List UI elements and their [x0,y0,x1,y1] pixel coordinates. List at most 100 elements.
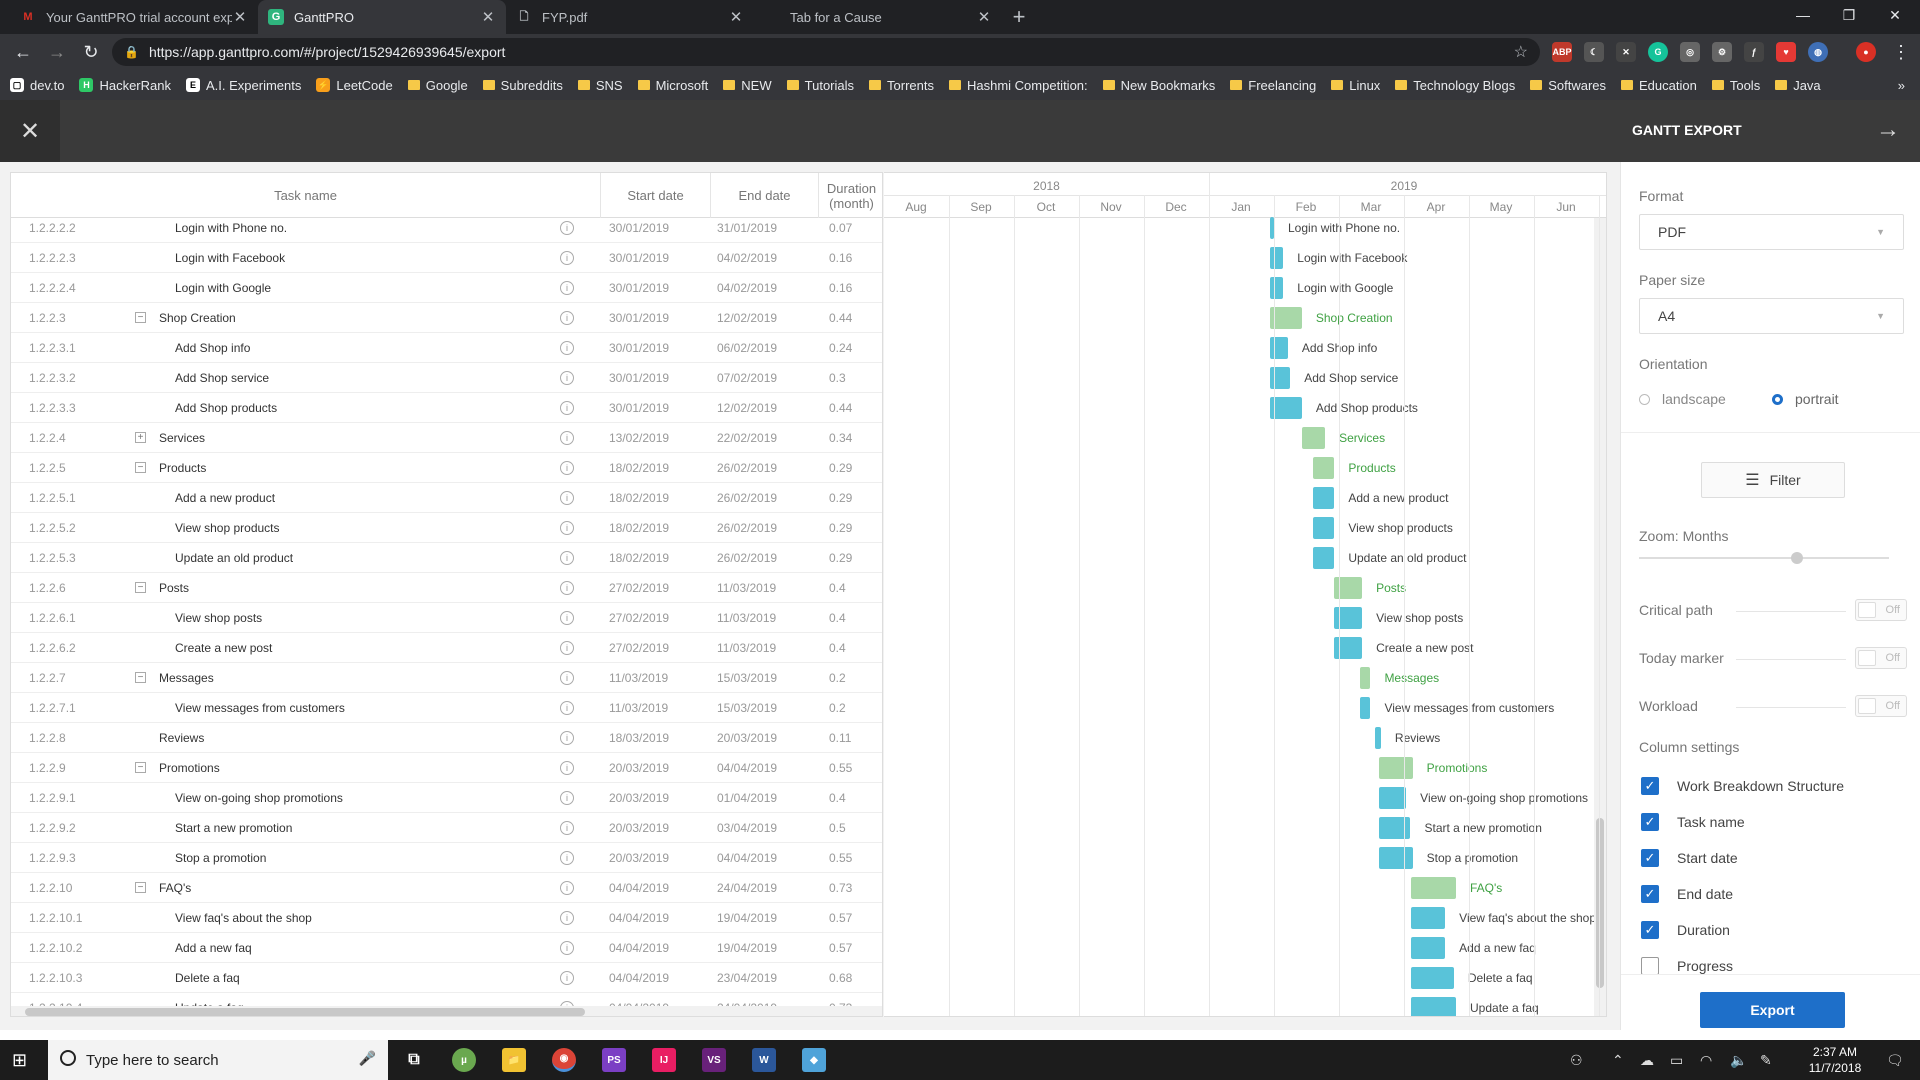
onedrive-icon[interactable]: ☁ [1640,1052,1654,1069]
table-row[interactable]: 1.2.2.3.1 Add Shop info i 30/01/2019 06/02/2… [11,333,882,363]
scrollbar-thumb[interactable] [1596,818,1604,988]
table-row[interactable]: 1.2.2.3.3 Add Shop products i 30/01/2019 12/… [11,393,882,423]
bookmark-item[interactable]: Linux [1331,78,1380,93]
export-button[interactable]: Export [1700,992,1845,1028]
info-icon[interactable]: i [560,551,574,565]
info-icon[interactable]: i [560,341,574,355]
bookmark-item[interactable]: NEW [723,78,772,93]
info-icon[interactable]: i [560,221,574,235]
browser-tab[interactable]: 🗋 FYP.pdf ✕ [506,0,754,34]
gantt-task-bar[interactable] [1374,727,1381,749]
table-row[interactable]: 1.2.2.3 − Shop Creation i 30/01/2019 12/02/20… [11,303,882,333]
workload-toggle[interactable]: Off [1855,695,1907,717]
task-view-icon[interactable]: ⧉ [402,1048,426,1072]
bookmark-item[interactable]: Freelancing [1230,78,1316,93]
notifications-icon[interactable]: 🗨 [1886,1052,1904,1069]
info-icon[interactable]: i [560,791,574,805]
word-icon[interactable]: W [752,1048,776,1072]
bookmark-item[interactable]: E A.I. Experiments [185,78,301,93]
forward-icon[interactable]: → [40,37,74,67]
arrow-right-icon[interactable]: → [1876,116,1900,144]
gantt-group-bar[interactable] [1410,877,1456,899]
url-input[interactable]: 🔒 https://app.ganttpro.com/#/project/152… [112,38,1540,66]
bookmark-item[interactable]: Torrents [869,78,934,93]
info-icon[interactable]: i [560,401,574,415]
maximize-icon[interactable]: ❐ [1826,0,1872,30]
table-row[interactable]: 1.2.2.5.2 View shop products i 18/02/2019 26… [11,513,882,543]
table-row[interactable]: 1.2.2.2.2 Login with Phone no. i 30/01/2019… [11,213,882,243]
close-export-icon[interactable]: ✕ [0,100,60,162]
dark-mode-extension-icon[interactable]: ☾ [1584,42,1604,62]
close-window-icon[interactable]: ✕ [1872,0,1918,30]
bookmarks-overflow-icon[interactable]: » [1898,78,1905,93]
collapse-icon[interactable]: − [135,762,146,773]
table-row[interactable]: 1.2.2.10.3 Delete a faq i 04/04/2019 23/04/2… [11,963,882,993]
checkbox-checked-icon[interactable]: ✓ [1641,849,1659,867]
close-tab-icon[interactable]: ✕ [232,8,248,26]
column-checkbox[interactable]: ✓ Work Breakdown Structure [1641,777,1844,795]
column-header-end[interactable]: End date [711,173,819,218]
checkbox-checked-icon[interactable]: ✓ [1641,777,1659,795]
bookmark-item[interactable]: Java [1775,78,1821,93]
column-header-start[interactable]: Start date [601,173,711,218]
close-tab-icon[interactable]: ✕ [976,8,992,26]
gantt-task-bar[interactable] [1410,937,1446,959]
close-tab-icon[interactable]: ✕ [728,8,744,26]
info-icon[interactable]: i [560,911,574,925]
gantt-task-bar[interactable] [1410,967,1454,989]
table-row[interactable]: 1.2.2.9 − Promotions i 20/03/2019 04/04/2019 0… [11,753,882,783]
column-header-task[interactable]: Task name [11,173,601,218]
today-marker-toggle[interactable]: Off [1855,647,1907,669]
menu-icon[interactable]: ⋮ [1884,37,1918,67]
gantt-task-bar[interactable] [1269,247,1284,269]
table-row[interactable]: 1.2.2.10.1 View faq's about the shop i 04/0… [11,903,882,933]
table-row[interactable]: 1.2.2.10 − FAQ's i 04/04/2019 24/04/2019 0.73 [11,873,882,903]
info-icon[interactable]: i [560,251,574,265]
info-icon[interactable]: i [560,581,574,595]
function-extension-icon[interactable]: ƒ [1744,42,1764,62]
settings-extension-icon[interactable]: ⚙ [1712,42,1732,62]
table-row[interactable]: 1.2.2.10.2 Add a new faq i 04/04/2019 19/04/… [11,933,882,963]
gantt-group-bar[interactable] [1301,427,1326,449]
bookmark-item[interactable]: SNS [577,78,623,93]
gantt-task-bar[interactable] [1378,817,1411,839]
back-icon[interactable]: ← [6,37,40,67]
collapse-icon[interactable]: − [135,882,146,893]
new-tab-button[interactable]: + [1002,0,1036,34]
taskbar-search-input[interactable]: Type here to search 🎤 [48,1040,388,1080]
gantt-task-bar[interactable] [1410,907,1446,929]
paper-size-select[interactable]: A4 ▼ [1639,298,1904,334]
extension-globe-icon[interactable]: ◍ [1808,42,1828,62]
table-row[interactable]: 1.2.2.5.3 Update an old product i 18/02/201… [11,543,882,573]
collapse-icon[interactable]: − [135,582,146,593]
checkbox-checked-icon[interactable]: ✓ [1641,921,1659,939]
portrait-radio[interactable]: portrait [1772,391,1839,407]
info-icon[interactable]: i [560,611,574,625]
filter-button[interactable]: ☰ Filter [1701,462,1845,498]
column-checkbox[interactable]: ✓ Start date [1641,849,1738,867]
zoom-slider-track[interactable] [1639,557,1889,559]
gantt-task-bar[interactable] [1269,367,1291,389]
table-row[interactable]: 1.2.2.7 − Messages i 11/03/2019 15/03/2019 0.2 [11,663,882,693]
column-header-duration[interactable]: Duration (month) [819,173,882,218]
bookmark-item[interactable]: Education [1621,78,1697,93]
utorrent-icon[interactable]: µ [452,1048,476,1072]
bookmark-item[interactable]: Technology Blogs [1395,78,1515,93]
visual-studio-icon[interactable]: VS [702,1048,726,1072]
gantt-task-bar[interactable] [1313,517,1335,539]
critical-path-toggle[interactable]: Off [1855,599,1907,621]
gantt-task-bar[interactable] [1410,997,1456,1016]
collapse-icon[interactable]: − [135,672,146,683]
info-icon[interactable]: i [560,731,574,745]
wifi-icon[interactable]: ◠ [1700,1052,1712,1069]
landscape-radio[interactable]: landscape [1639,391,1726,407]
bookmark-star-icon[interactable]: ☆ [1514,42,1528,62]
table-row[interactable]: 1.2.2.5.1 Add a new product i 18/02/2019 26/… [11,483,882,513]
bookmark-item[interactable]: ▢ dev.to [10,78,64,93]
info-icon[interactable]: i [560,821,574,835]
gantt-group-bar[interactable] [1378,757,1413,779]
bookmark-item[interactable]: Subreddits [482,78,563,93]
column-checkbox[interactable]: ✓ Task name [1641,813,1745,831]
table-row[interactable]: 1.2.2.6 − Posts i 27/02/2019 11/03/2019 0.4 [11,573,882,603]
bookmark-item[interactable]: Microsoft [637,78,708,93]
